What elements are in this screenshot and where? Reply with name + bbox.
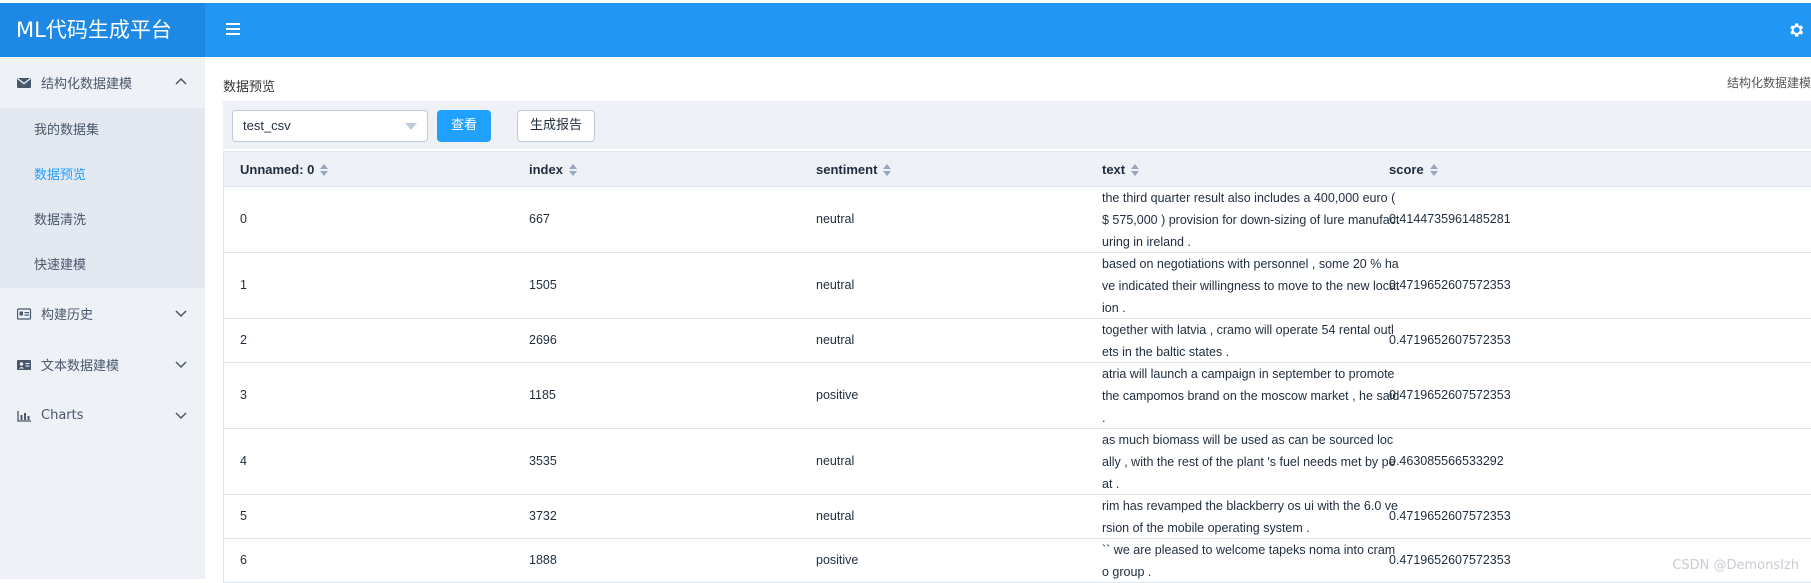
- breadcrumb[interactable]: 结构化数据建模: [1727, 74, 1811, 91]
- sidebar-item-quick-modeling[interactable]: 快速建模: [0, 243, 205, 288]
- sidebar-group-label: Charts: [41, 408, 84, 423]
- sidebar-group-build-history[interactable]: 构建历史: [0, 288, 205, 339]
- sidebar-submenu: 我的数据集 数据预览 数据清洗 快速建模: [0, 108, 205, 288]
- id-card-icon: [17, 307, 32, 320]
- main-content: 数据预览 结构化数据建模 test_csv 查看 生成报告 Unnamed: 0…: [205, 57, 1811, 583]
- chevron-up-icon: [175, 77, 187, 85]
- column-header-label: sentiment: [816, 162, 878, 177]
- sort-caret-icon[interactable]: [568, 163, 577, 176]
- sidebar-group-charts[interactable]: Charts: [0, 390, 205, 441]
- cell-score: 0.4719652607572353: [1389, 509, 1511, 523]
- cell-sentiment: neutral: [816, 278, 855, 292]
- sort-caret-icon[interactable]: [1131, 163, 1140, 176]
- column-header-label: score: [1389, 162, 1424, 177]
- sidebar-group-label: 构建历史: [41, 308, 94, 323]
- table-row[interactable]: 6 1888 positive `` we are pleased to welcom…: [224, 539, 1811, 583]
- column-header-label: Unnamed: 0: [240, 162, 315, 177]
- cell-index: 1888: [529, 553, 557, 567]
- cell-sentiment: neutral: [816, 212, 855, 226]
- sidebar-group-text-modeling[interactable]: 文本数据建模: [0, 339, 205, 390]
- cell-index: 3535: [529, 454, 557, 468]
- table-row[interactable]: 5 3732 neutral rim has revamped the blackbe…: [224, 495, 1811, 539]
- sidebar-item-my-datasets[interactable]: 我的数据集: [0, 108, 205, 153]
- cell-score: 0.4719652607572353: [1389, 553, 1511, 567]
- column-header-label: index: [529, 162, 563, 177]
- data-table: Unnamed: 0 index sentiment text score 0 6…: [223, 151, 1811, 583]
- cell-unnamed: 4: [240, 454, 247, 468]
- cell-index: 1505: [529, 278, 557, 292]
- page-title: 数据预览: [223, 80, 276, 95]
- cell-text: together with latvia , cramo will operat…: [1102, 323, 1394, 359]
- dataset-select-value: test_csv: [243, 118, 291, 133]
- column-header-label: text: [1102, 162, 1126, 177]
- toolbar: test_csv 查看 生成报告: [223, 101, 1811, 149]
- cell-score: 0.463085566533292: [1389, 454, 1504, 468]
- cell-sentiment: neutral: [816, 454, 855, 468]
- column-header-sentiment[interactable]: sentiment: [816, 152, 892, 188]
- dataset-select[interactable]: test_csv: [232, 110, 428, 142]
- generate-report-button[interactable]: 生成报告: [517, 110, 595, 142]
- sort-caret-icon[interactable]: [883, 163, 892, 176]
- bar-chart-icon: [17, 410, 31, 422]
- view-button[interactable]: 查看: [437, 110, 491, 142]
- cell-unnamed: 6: [240, 553, 247, 567]
- sidebar-group-label: 文本数据建模: [41, 359, 120, 374]
- caret-down-icon: [405, 123, 417, 130]
- cell-unnamed: 1: [240, 278, 247, 292]
- sidebar-item-data-preview[interactable]: 数据预览: [0, 153, 205, 198]
- cell-unnamed: 0: [240, 212, 247, 226]
- gear-icon[interactable]: [1787, 21, 1805, 39]
- sidebar-item-data-cleaning[interactable]: 数据清洗: [0, 198, 205, 243]
- sidebar-group-structured-modeling[interactable]: 结构化数据建模: [0, 57, 205, 108]
- column-header-score[interactable]: score: [1389, 152, 1438, 188]
- cell-index: 667: [529, 212, 550, 226]
- table-row[interactable]: 2 2696 neutral together with latvia , cramo…: [224, 319, 1811, 363]
- envelope-icon: [17, 77, 31, 88]
- cell-score: 0.4719652607572353: [1389, 278, 1511, 292]
- chevron-down-icon: [175, 310, 187, 318]
- cell-index: 3732: [529, 509, 557, 523]
- cell-sentiment: positive: [816, 553, 859, 567]
- cell-text: rim has revamped the blackberry os ui wi…: [1102, 499, 1398, 535]
- contact-card-icon: [17, 359, 31, 370]
- sidebar: 结构化数据建模 我的数据集 数据预览 数据清洗 快速建模 构建历史 文本数据建模: [0, 57, 205, 579]
- cell-sentiment: positive: [816, 388, 859, 402]
- cell-unnamed: 2: [240, 333, 247, 347]
- cell-text: the third quarter result also includes a…: [1102, 191, 1400, 249]
- cell-text: atria will launch a campaign in septembe…: [1102, 367, 1400, 425]
- table-header: Unnamed: 0 index sentiment text score: [224, 151, 1811, 187]
- cell-sentiment: neutral: [816, 509, 855, 523]
- table-body: 0 667 neutral the third quarter result also…: [224, 187, 1811, 583]
- chevron-down-icon: [175, 361, 187, 369]
- chevron-down-icon: [175, 412, 187, 420]
- cell-text: `` we are pleased to welcome tapeks noma…: [1102, 543, 1396, 579]
- table-row[interactable]: 0 667 neutral the third quarter result also…: [224, 187, 1811, 253]
- top-navbar: ML代码生成平台: [0, 3, 1811, 57]
- table-row[interactable]: 4 3535 neutral as much biomass will be used…: [224, 429, 1811, 495]
- cell-unnamed: 5: [240, 509, 247, 523]
- cell-unnamed: 3: [240, 388, 247, 402]
- hamburger-menu-icon[interactable]: [226, 23, 240, 35]
- cell-text: as much biomass will be used as can be s…: [1102, 433, 1396, 491]
- sort-caret-icon[interactable]: [320, 163, 329, 176]
- app-title: ML代码生成平台: [0, 3, 205, 57]
- cell-index: 1185: [529, 388, 556, 402]
- watermark: CSDN @DemonsIzh: [1672, 558, 1799, 573]
- cell-score: 0.4144735961485281: [1389, 212, 1511, 226]
- column-header-text[interactable]: text: [1102, 152, 1140, 188]
- cell-score: 0.4719652607572353: [1389, 333, 1511, 347]
- column-header-index[interactable]: index: [529, 152, 577, 188]
- column-header-unnamed[interactable]: Unnamed: 0: [240, 152, 329, 188]
- table-row[interactable]: 1 1505 neutral based on negotiations with p…: [224, 253, 1811, 319]
- sidebar-group-label: 结构化数据建模: [41, 77, 133, 92]
- cell-score: 0.4719652607572353: [1389, 388, 1511, 402]
- sort-caret-icon[interactable]: [1429, 163, 1438, 176]
- table-row[interactable]: 3 1185 positive atria will launch a campaig…: [224, 363, 1811, 429]
- cell-index: 2696: [529, 333, 557, 347]
- cell-text: based on negotiations with personnel , s…: [1102, 257, 1400, 315]
- cell-sentiment: neutral: [816, 333, 855, 347]
